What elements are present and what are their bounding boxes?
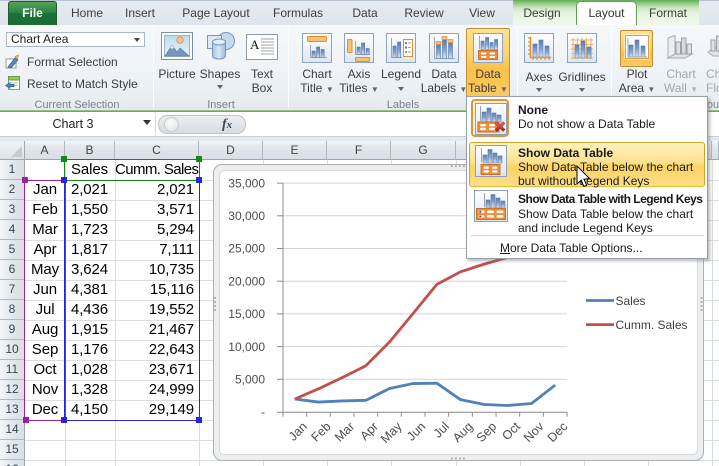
svg-text:Aug: Aug <box>450 419 476 445</box>
svg-text:Nov: Nov <box>521 419 547 445</box>
svg-text:Dec: Dec <box>545 419 571 445</box>
svg-text:Sep: Sep <box>474 419 500 445</box>
svg-text:Jul: Jul <box>431 419 452 440</box>
svg-text:20,000: 20,000 <box>228 274 265 288</box>
svg-text:10,000: 10,000 <box>228 340 265 354</box>
svg-text:Cumm. Sales: Cumm. Sales <box>616 318 688 332</box>
svg-text:Jun: Jun <box>404 419 428 443</box>
svg-text:25,000: 25,000 <box>228 242 265 256</box>
svg-text:A: A <box>250 37 260 52</box>
svg-text:Apr: Apr <box>357 419 381 443</box>
svg-text:30,000: 30,000 <box>228 209 265 223</box>
svg-text:Jan: Jan <box>286 419 310 443</box>
svg-text:35,000: 35,000 <box>228 176 265 190</box>
svg-text:-: - <box>261 405 265 419</box>
svg-text:5,000: 5,000 <box>235 373 265 387</box>
svg-text:May: May <box>378 419 405 446</box>
svg-text:Oct: Oct <box>499 419 523 443</box>
svg-text:15,000: 15,000 <box>228 307 265 321</box>
svg-text:Sales: Sales <box>616 294 646 308</box>
svg-text:Feb: Feb <box>308 419 333 444</box>
svg-text:Mar: Mar <box>332 419 357 444</box>
